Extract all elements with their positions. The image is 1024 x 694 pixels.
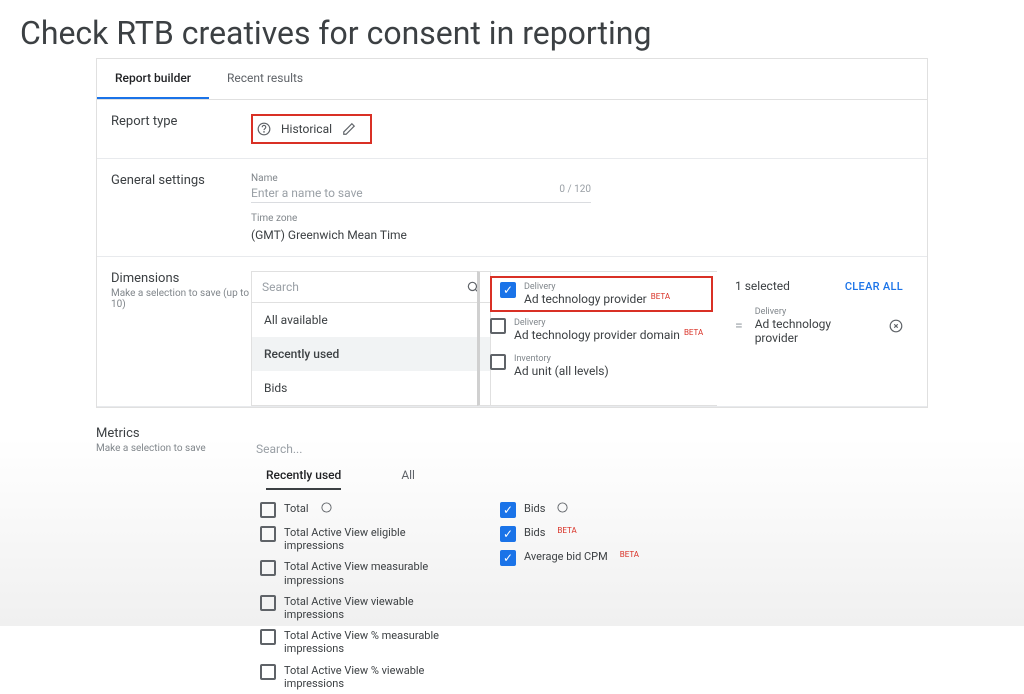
metrics-section: Metrics Make a selection to save Search.…: [96, 426, 928, 694]
tab-recent-results[interactable]: Recent results: [209, 59, 321, 99]
metrics-col-left: Total Total Active View eligible impress…: [260, 498, 460, 694]
checkbox-icon[interactable]: [260, 502, 276, 518]
metrics-label: Metrics: [96, 426, 928, 441]
metric-name: Total Active View eligible impressions: [284, 526, 460, 552]
search-placeholder: Search: [262, 280, 299, 294]
category-recently-used[interactable]: Recently used: [252, 337, 490, 371]
report-type-row: Report type Historical: [97, 100, 927, 159]
general-settings-row: General settings Name Enter a name to sa…: [97, 159, 927, 257]
metric-item[interactable]: ✓ Bids: [500, 498, 700, 522]
metric-name: Total Active View % viewable impressions: [284, 664, 460, 690]
metric-name: Total Active View measurable impressions: [284, 560, 460, 586]
dimension-category: Delivery: [514, 318, 703, 328]
selected-count: 1 selected: [735, 279, 790, 293]
tab-report-builder[interactable]: Report builder: [97, 59, 209, 99]
clear-all-button[interactable]: CLEAR ALL: [845, 280, 903, 293]
checkbox-icon[interactable]: [260, 664, 276, 680]
timezone-label: Time zone: [251, 213, 913, 224]
dimensions-category-list: Search All available Recently used Bids: [251, 271, 491, 406]
metric-name: Average bid CPM: [524, 550, 608, 563]
timezone-value: (GMT) Greenwich Mean Time: [251, 228, 913, 242]
metric-item[interactable]: Total Active View viewable impressions: [260, 591, 460, 625]
metric-name: Total Active View viewable impressions: [284, 595, 460, 621]
dimension-item-ad-unit[interactable]: Inventory Ad unit (all levels): [480, 348, 717, 384]
dimensions-sublabel: Make a selection to save (up to 10): [111, 288, 251, 310]
metric-name: Total Active View % measurable impressio…: [284, 629, 460, 655]
report-type-label: Report type: [111, 114, 251, 144]
category-bids[interactable]: Bids: [252, 371, 490, 405]
metric-name: Bids: [524, 526, 545, 539]
metric-item[interactable]: Total Active View % viewable impressions: [260, 660, 460, 694]
selected-dimension-category: Delivery: [755, 307, 877, 317]
metric-name: Total: [284, 502, 309, 515]
name-input[interactable]: Enter a name to save 0 / 120: [251, 184, 591, 203]
metrics-search[interactable]: Search...: [256, 442, 928, 456]
checkbox-icon[interactable]: ✓: [500, 526, 516, 542]
metric-item[interactable]: Total Active View measurable impressions: [260, 556, 460, 590]
metric-item[interactable]: ✓ Average bid CPM BETA: [500, 546, 700, 570]
metrics-columns: Total Total Active View eligible impress…: [260, 498, 928, 694]
dimension-name: Ad technology provider domain: [514, 328, 680, 342]
help-icon[interactable]: [257, 122, 271, 136]
beta-badge: BETA: [651, 292, 670, 301]
checkbox-icon[interactable]: ✓: [500, 550, 516, 566]
help-icon[interactable]: [557, 502, 568, 513]
page-title: Check RTB creatives for consent in repor…: [0, 0, 1024, 58]
remove-icon[interactable]: [889, 319, 903, 333]
selected-dimension-name: Ad technology provider: [755, 317, 877, 345]
dimension-category: Delivery: [524, 282, 670, 292]
pencil-icon[interactable]: [342, 122, 356, 136]
checkbox-icon[interactable]: ✓: [500, 502, 516, 518]
checkbox-icon[interactable]: [490, 318, 506, 334]
dimension-item-ad-technology-provider[interactable]: ✓ Delivery Ad technology provider BETA: [490, 276, 713, 312]
report-type-value: Historical: [281, 122, 332, 136]
dimension-name: Ad unit (all levels): [514, 364, 609, 378]
tabs-bar: Report builder Recent results: [97, 59, 927, 100]
metric-item[interactable]: Total Active View eligible impressions: [260, 522, 460, 556]
metric-item[interactable]: Total: [260, 498, 460, 522]
name-placeholder: Enter a name to save: [251, 186, 363, 200]
dimension-category: Inventory: [514, 354, 609, 364]
dimensions-selected-panel: 1 selected CLEAR ALL = Delivery Ad techn…: [717, 271, 913, 406]
checkbox-icon[interactable]: [260, 629, 276, 645]
beta-badge: BETA: [557, 526, 576, 535]
report-panel: Report builder Recent results Report typ…: [96, 58, 928, 408]
metric-item[interactable]: ✓ Bids BETA: [500, 522, 700, 546]
dimension-item-ad-technology-provider-domain[interactable]: Delivery Ad technology provider domain BE…: [480, 312, 717, 348]
checkbox-icon[interactable]: [260, 560, 276, 576]
metrics-tabs: Recently used All: [266, 468, 928, 494]
metric-item[interactable]: Total Active View % measurable impressio…: [260, 625, 460, 659]
beta-badge: BETA: [684, 328, 703, 337]
report-type-highlight: Historical: [251, 114, 372, 144]
dimensions-search[interactable]: Search: [252, 272, 490, 303]
drag-handle-icon[interactable]: =: [735, 318, 743, 334]
metrics-tab-recently-used[interactable]: Recently used: [266, 468, 341, 490]
general-settings-label: General settings: [111, 173, 251, 242]
checkbox-icon[interactable]: [260, 526, 276, 542]
dimension-name: Ad technology provider: [524, 292, 647, 306]
selected-dimension-item: = Delivery Ad technology provider: [735, 307, 903, 345]
dimensions-body: Search All available Recently used Bids …: [251, 271, 913, 406]
dimensions-row: Dimensions Make a selection to save (up …: [97, 257, 927, 407]
checkbox-icon[interactable]: [490, 354, 506, 370]
category-all-available[interactable]: All available: [252, 303, 490, 337]
dimensions-label: Dimensions Make a selection to save (up …: [111, 271, 251, 406]
checkbox-icon[interactable]: [260, 595, 276, 611]
metrics-tab-all[interactable]: All: [401, 468, 415, 490]
metrics-col-right: ✓ Bids ✓ Bids BETA ✓ Average bid CPM BETA: [500, 498, 700, 694]
metric-name: Bids: [524, 502, 545, 515]
name-field-label: Name: [251, 173, 913, 184]
help-icon[interactable]: [321, 502, 332, 513]
checkbox-icon[interactable]: ✓: [500, 282, 516, 298]
beta-badge: BETA: [620, 550, 639, 559]
name-counter: 0 / 120: [559, 184, 591, 200]
dimensions-items-list: ✓ Delivery Ad technology provider BETA De…: [477, 271, 717, 406]
